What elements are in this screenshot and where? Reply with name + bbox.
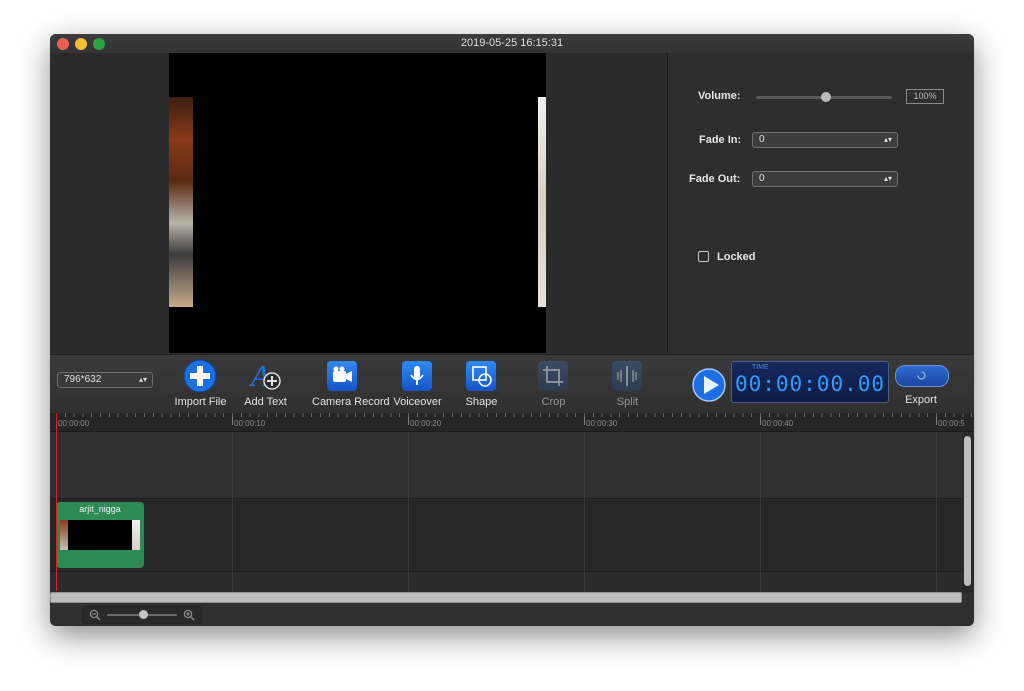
fade-out-value: 0 (759, 173, 765, 184)
camera-record-label: Camera Record (312, 396, 390, 408)
ruler-label: 00:00:40 (762, 419, 794, 428)
toolbar: 796*632 ▴▾ Import File A Add Text Camera… (50, 354, 974, 413)
resolution-select[interactable]: 796*632 ▴▾ (57, 372, 153, 388)
ruler-label: 00:00:10 (234, 419, 266, 428)
grid-line (936, 432, 937, 592)
resolution-value: 796*632 (64, 374, 102, 385)
grid-line (760, 432, 761, 592)
volume-label: Volume: (698, 90, 741, 102)
fade-in-label: Fade In: (699, 134, 742, 146)
time-display: TIME 00:00:00.00 (731, 361, 889, 403)
properties-panel: Volume: 100% Fade In: 0 ▴▾ Fade Out: 0 ▴… (667, 53, 974, 353)
shape-icon (466, 361, 496, 391)
volume-slider-knob[interactable] (821, 92, 831, 102)
time-label: TIME (752, 364, 769, 371)
voiceover-label: Voiceover (393, 396, 442, 408)
fade-out-label: Fade Out: (689, 173, 741, 185)
bottom-bar (50, 604, 974, 626)
zoom-slider[interactable] (107, 610, 177, 619)
import-file-label: Import File (174, 396, 227, 408)
playhead[interactable] (56, 413, 57, 591)
ruler-label: 00:00:30 (586, 419, 618, 428)
video-frame-right-edge (538, 97, 546, 307)
grid-line (232, 432, 233, 592)
ruler-label: 00:00:00 (58, 419, 90, 428)
preview-area (50, 53, 666, 353)
video-preview[interactable] (169, 53, 546, 353)
app-window: 2019-05-25 16:15:31 Volume: 100% Fade In… (50, 34, 974, 626)
volume-slider[interactable] (756, 92, 892, 102)
crop-label: Crop (541, 396, 566, 408)
timeline-zoom-control (82, 606, 202, 624)
window-title: 2019-05-25 16:15:31 (460, 37, 564, 49)
export-button[interactable] (895, 365, 949, 387)
shape-label: Shape (465, 396, 498, 408)
fade-in-select[interactable]: 0 ▴▾ (752, 132, 898, 148)
split-label: Split (616, 396, 639, 408)
timeline-horizontal-scrollbar[interactable] (50, 592, 962, 603)
ruler-minor-ticks (56, 413, 974, 417)
volume-value-field[interactable]: 100% (906, 89, 944, 104)
add-text-icon: A (249, 360, 281, 393)
select-arrows-icon: ▴▾ (883, 135, 892, 144)
timeline-tracks (50, 432, 962, 592)
clip-thumbnail (60, 520, 140, 550)
zoom-slider-knob[interactable] (139, 610, 148, 619)
locked-checkbox[interactable] (698, 251, 709, 262)
ruler-label: 00:00:20 (410, 419, 442, 428)
vertical-scroll-thumb[interactable] (964, 436, 971, 586)
plus-circle-icon (183, 359, 217, 393)
select-arrows-icon: ▴▾ (138, 375, 147, 384)
title-bar: 2019-05-25 16:15:31 (50, 34, 974, 54)
grid-line (584, 432, 585, 592)
split-icon (612, 361, 642, 391)
time-value: 00:00:00.00 (734, 372, 886, 396)
export-label: Export (905, 394, 937, 406)
ruler-label: 00:00:5 (938, 419, 965, 428)
timeline-ruler[interactable]: 00:00:00 00:00:10 00:00:20 00:00:30 00:0… (50, 413, 974, 432)
fade-out-select[interactable]: 0 ▴▾ (752, 171, 898, 187)
select-arrows-icon: ▴▾ (883, 174, 892, 183)
grid-line (408, 432, 409, 592)
add-text-label: Add Text (244, 396, 287, 408)
clip-name: arjit_nigga (79, 504, 121, 514)
timeline-clip[interactable]: arjit_nigga (56, 502, 144, 568)
zoom-in-icon[interactable] (183, 609, 195, 621)
play-button[interactable] (691, 367, 727, 403)
fade-in-value: 0 (759, 134, 765, 145)
camera-icon (327, 361, 357, 391)
zoom-out-icon[interactable] (89, 609, 101, 621)
crop-icon (538, 361, 568, 391)
microphone-icon (402, 361, 432, 391)
locked-label: Locked (717, 251, 756, 263)
timeline-track-video[interactable] (50, 499, 962, 572)
timeline-vertical-scrollbar[interactable] (962, 432, 974, 592)
export-arrow-icon (917, 371, 926, 380)
video-frame-left-edge (169, 97, 193, 307)
timeline-track-upper[interactable] (50, 432, 962, 499)
